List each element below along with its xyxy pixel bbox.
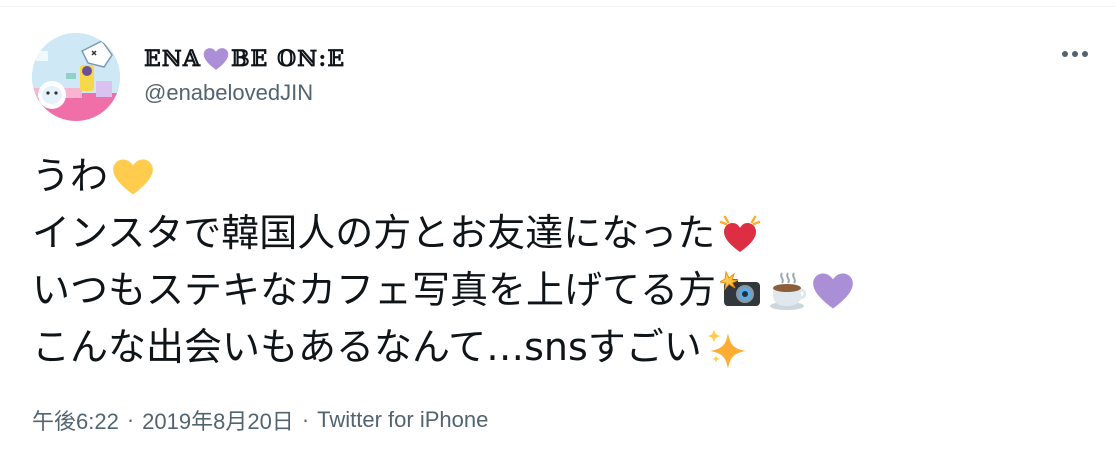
avatar[interactable] bbox=[32, 33, 120, 121]
tweet-time[interactable]: 午後6:22 bbox=[32, 404, 119, 436]
sparkles-icon bbox=[706, 327, 748, 369]
more-options-icon bbox=[1062, 51, 1088, 57]
tweet-source[interactable]: Twitter for iPhone bbox=[317, 407, 488, 433]
display-name-left: 𝔼ℕ𝔸 bbox=[144, 46, 201, 72]
tweet: 𝔼ℕ𝔸 𝔹𝔼 𝕆ℕ:𝔼 @enabelovedJIN うわ インスタで韓国人の方… bbox=[0, 0, 1116, 449]
avatar-image bbox=[32, 33, 120, 121]
purple-heart-icon bbox=[812, 270, 854, 312]
tweet-metadata: 午後6:22 · 2019年8月20日 · Twitter for iPhone bbox=[32, 403, 488, 437]
tweet-line-4: こんな出会いもあるなんて…snsすごい bbox=[32, 319, 1092, 376]
username-handle[interactable]: @enabelovedJIN bbox=[144, 80, 313, 106]
display-name[interactable]: 𝔼ℕ𝔸 𝔹𝔼 𝕆ℕ:𝔼 bbox=[144, 44, 345, 74]
tweet-line-3: いつもステキなカフェ写真を上げてる方 bbox=[32, 262, 1092, 319]
separator: · bbox=[126, 407, 135, 432]
more-options-button[interactable] bbox=[1058, 42, 1092, 66]
display-name-right: 𝔹𝔼 𝕆ℕ:𝔼 bbox=[230, 46, 346, 72]
tweet-text: うわ インスタで韓国人の方とお友達になった いつもステキなカフェ写真を上げてる方 bbox=[32, 148, 1092, 376]
tweet-line-2: インスタで韓国人の方とお友達になった bbox=[32, 205, 1092, 262]
tweet-line-4-text: こんな出会いもあるなんて…snsすごい bbox=[32, 325, 702, 369]
beating-heart-icon bbox=[719, 213, 761, 255]
tweet-line-1: うわ bbox=[32, 148, 1092, 205]
separator: · bbox=[301, 407, 310, 432]
tweet-line-3-text: いつもステキなカフェ写真を上げてる方 bbox=[32, 268, 717, 312]
tweet-date[interactable]: 2019年8月20日 bbox=[142, 404, 294, 436]
hot-coffee-icon bbox=[766, 270, 808, 312]
yellow-heart-icon bbox=[112, 156, 154, 198]
tweet-line-1-text: うわ bbox=[32, 154, 109, 198]
purple-heart-icon bbox=[203, 47, 229, 71]
camera-with-flash-icon bbox=[720, 269, 762, 312]
tweet-line-2-text: インスタで韓国人の方とお友達になった bbox=[32, 211, 716, 255]
